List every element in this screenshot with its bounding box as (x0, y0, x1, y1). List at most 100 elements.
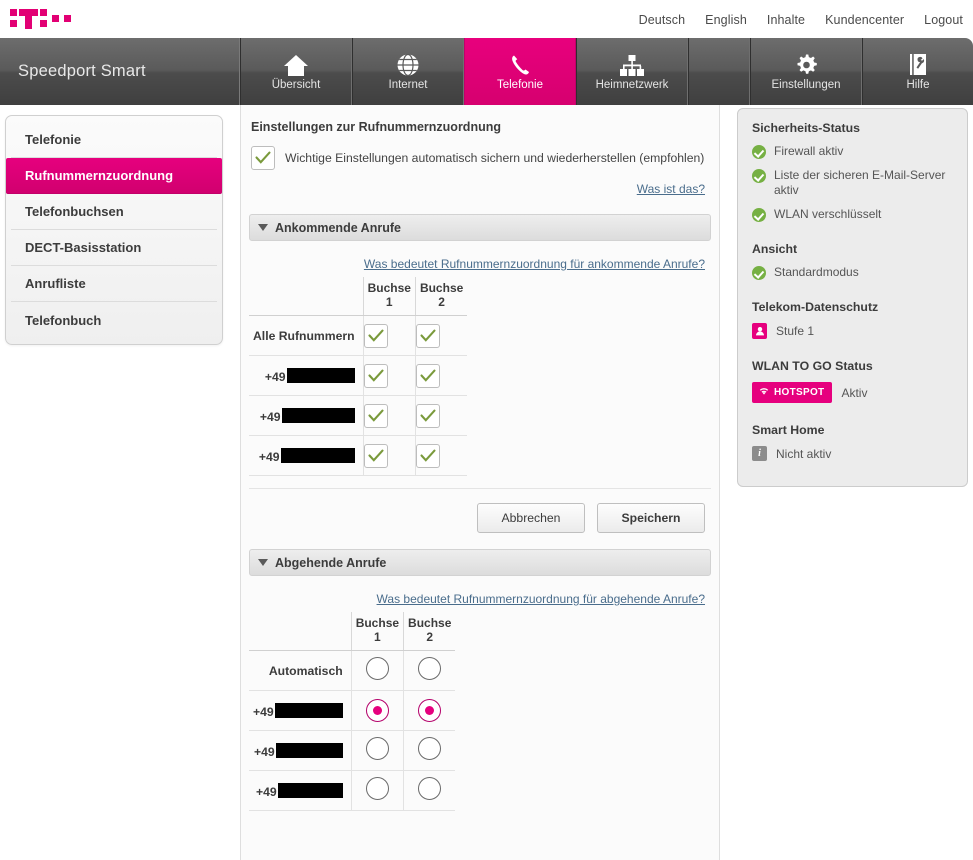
status-panel: Sicherheits-Status Firewall aktiv Liste … (737, 108, 968, 487)
section-label: Abgehende Anrufe (275, 555, 387, 570)
outgoing-radio[interactable] (418, 736, 442, 760)
cell-buchse-2 (414, 355, 468, 396)
table-row: +49 (249, 770, 456, 811)
nav-tab-internet[interactable]: Internet (352, 38, 464, 105)
section-header-abgehende-anrufe[interactable]: Abgehende Anrufe (249, 549, 711, 576)
row-label: +49 (249, 690, 352, 731)
checkmark-icon (420, 449, 436, 462)
cancel-button[interactable]: Abbrechen (477, 503, 585, 533)
checkmark-icon (368, 409, 384, 422)
nav-tab-einstellungen[interactable]: Einstellungen (750, 38, 862, 105)
row-label-text: +49 (256, 784, 277, 799)
autosave-checkbox[interactable] (251, 146, 275, 170)
table-row: +49 (249, 730, 456, 771)
sidebar-item-dect-basisstation[interactable]: DECT-Basisstation (11, 230, 217, 266)
manual-wrench-icon (907, 51, 929, 77)
sidebar-item-label: Telefonbuchsen (25, 204, 124, 219)
status-item-label: Aktiv (841, 385, 868, 400)
table-row: +49 (249, 395, 468, 436)
cell-buchse-1 (362, 315, 416, 356)
checkmark-icon (368, 369, 384, 382)
row-label-text: Alle Rufnummern (253, 328, 355, 343)
main-content-panel: Einstellungen zur Rufnummernzuordnung Wi… (240, 105, 720, 860)
cell-buchse-1 (350, 730, 404, 771)
column-header-buchse-2: Buchse 2 (403, 612, 456, 651)
incoming-checkbox[interactable] (415, 323, 440, 348)
wlan-togo-title: WLAN TO GO Status (752, 359, 873, 373)
meta-nav-english[interactable]: English (705, 13, 747, 27)
status-item-smart-home: i Nicht aktiv (752, 446, 953, 461)
section-header-ankommende-anrufe[interactable]: Ankommende Anrufe (249, 214, 711, 241)
table-row: +49 (249, 355, 468, 396)
network-tree-icon (619, 51, 645, 77)
incoming-checkbox[interactable] (363, 323, 388, 348)
meta-navigation: Deutsch English Inhalte Kundencenter Log… (639, 13, 963, 27)
save-button[interactable]: Speichern (597, 503, 705, 533)
table-row: +49 (249, 435, 468, 476)
page-title: Einstellungen zur Rufnummernzuordnung (251, 120, 501, 134)
checkmark-icon (255, 151, 271, 164)
view-title: Ansicht (752, 242, 798, 256)
smart-home-title: Smart Home (752, 423, 825, 437)
incoming-checkbox[interactable] (363, 443, 388, 468)
outgoing-radio[interactable] (418, 656, 442, 680)
check-circle-icon (752, 208, 766, 222)
cell-buchse-1 (350, 650, 404, 691)
nav-tab-label: Telefonie (496, 79, 544, 91)
column-header-buchse-1: Buchse 1 (362, 277, 416, 316)
incoming-checkbox[interactable] (415, 363, 440, 388)
sidebar-item-anrufliste[interactable]: Anrufliste (11, 266, 217, 302)
sidebar-item-rufnummernzuordnung[interactable]: Rufnummernzuordnung (6, 158, 222, 194)
cell-buchse-2 (403, 770, 456, 811)
meta-nav-inhalte[interactable]: Inhalte (767, 13, 805, 27)
gear-icon (794, 51, 818, 77)
status-item-wlan-togo: HOTSPOT Aktiv (752, 382, 953, 403)
redacted-number (280, 447, 355, 463)
incoming-help-row: Was bedeutet Rufnummernzuordnung für ank… (249, 255, 705, 273)
outgoing-help-link[interactable]: Was bedeutet Rufnummernzuordnung für abg… (377, 592, 705, 606)
redacted-number (274, 702, 343, 718)
nav-tab-uebersicht[interactable]: Übersicht (240, 38, 352, 105)
incoming-checkbox[interactable] (415, 403, 440, 428)
status-item-label: Nicht aktiv (776, 446, 832, 461)
incoming-checkbox[interactable] (363, 403, 388, 428)
status-item-label: WLAN verschlüsselt (774, 207, 882, 221)
what-is-this-link[interactable]: Was ist das? (637, 182, 705, 196)
sidebar-item-telefonie[interactable]: Telefonie (11, 122, 217, 158)
outgoing-radio-selected[interactable] (365, 699, 389, 722)
top-bar: Deutsch English Inhalte Kundencenter Log… (0, 0, 973, 38)
privacy-person-icon (752, 323, 767, 339)
phone-handset-icon (508, 51, 532, 77)
cell-buchse-2 (414, 395, 468, 436)
check-circle-icon (752, 145, 766, 159)
meta-nav-kundencenter[interactable]: Kundencenter (825, 13, 904, 27)
checkmark-icon (420, 329, 436, 342)
column-label: Buchse 1 (367, 281, 411, 309)
hotspot-badge-label: HOTSPOT (774, 387, 825, 398)
meta-nav-logout[interactable]: Logout (924, 13, 963, 27)
outgoing-radio-selected[interactable] (418, 699, 442, 722)
chevron-down-icon (258, 559, 268, 566)
sidebar-item-telefonbuch[interactable]: Telefonbuch (11, 302, 217, 338)
redacted-number (286, 367, 355, 383)
nav-tab-telefonie[interactable]: Telefonie (464, 38, 576, 105)
incoming-checkbox[interactable] (363, 363, 388, 388)
status-item-label: Standardmodus (774, 265, 859, 279)
sidebar-item-telefonbuchsen[interactable]: Telefonbuchsen (11, 194, 217, 230)
nav-tab-heimnetzwerk[interactable]: Heimnetzwerk (576, 38, 688, 105)
incoming-help-link[interactable]: Was bedeutet Rufnummernzuordnung für ank… (364, 257, 705, 271)
sidebar-item-label: Telefonie (25, 132, 82, 147)
outgoing-radio[interactable] (418, 776, 442, 800)
redacted-number (275, 742, 343, 758)
nav-tab-hilfe[interactable]: Hilfe (862, 38, 973, 105)
incoming-checkbox[interactable] (415, 443, 440, 468)
outgoing-radio[interactable] (365, 656, 389, 680)
status-item-label: Firewall aktiv (774, 144, 844, 158)
row-label: +49 (249, 355, 364, 396)
outgoing-radio[interactable] (365, 736, 389, 760)
column-header-buchse-2: Buchse 2 (414, 277, 468, 316)
action-button-row: Abbrechen Speichern (249, 488, 711, 547)
meta-nav-deutsch[interactable]: Deutsch (639, 13, 686, 27)
outgoing-radio[interactable] (365, 776, 389, 800)
table-header-row: Buchse 1 Buchse 2 (249, 277, 468, 316)
